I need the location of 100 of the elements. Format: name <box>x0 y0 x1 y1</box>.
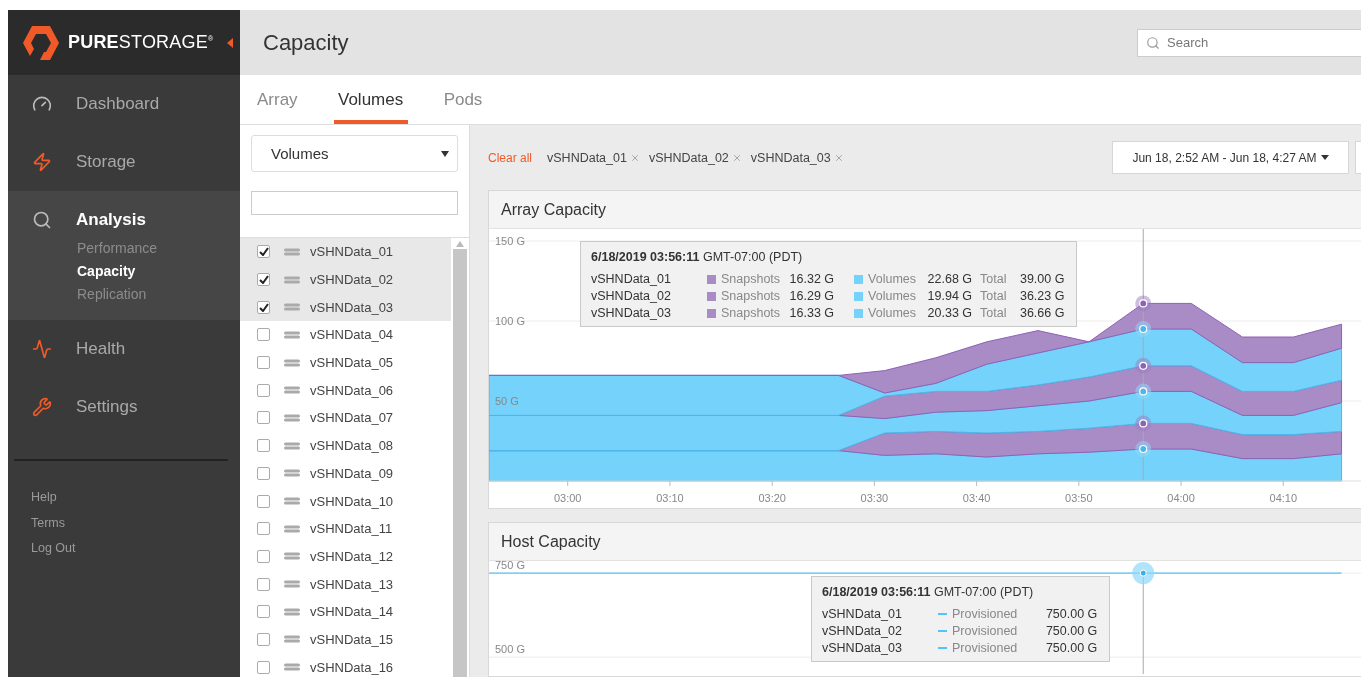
close-icon[interactable] <box>833 152 844 163</box>
nav-item[interactable]: Storage <box>8 133 240 191</box>
volume-name: vSHNData_06 <box>310 382 394 398</box>
checkbox[interactable] <box>257 466 270 480</box>
nav-item[interactable]: Settings <box>8 378 240 436</box>
checkbox[interactable] <box>257 439 270 453</box>
lightning-icon <box>32 152 52 172</box>
checkbox[interactable] <box>257 245 270 259</box>
page-title: Capacity <box>263 29 349 56</box>
volume-name: vSHNData_02 <box>310 272 394 288</box>
legend-swatch <box>854 291 864 301</box>
checkbox[interactable] <box>257 411 270 425</box>
tooltip-label: Snapshots <box>721 306 781 320</box>
volume-name: vSHNData_09 <box>310 465 394 481</box>
tooltip-label: Volumes <box>868 272 917 286</box>
disk-icon <box>284 497 300 506</box>
checkbox[interactable] <box>257 273 270 287</box>
gauge-icon <box>32 94 52 114</box>
volume-name: vSHNData_16 <box>310 659 394 675</box>
tooltip-label: Provisioned <box>952 641 1018 655</box>
tooltip-name: vSHNData_01 <box>591 272 672 286</box>
volume-name: vSHNData_08 <box>310 438 394 454</box>
type-dropdown[interactable]: Volumes <box>251 135 458 172</box>
checkbox[interactable] <box>257 522 270 536</box>
tooltip-value: 20.33 G <box>926 306 973 320</box>
axis-tick: 03:30 <box>860 480 889 504</box>
close-icon[interactable] <box>629 152 640 163</box>
footer-link[interactable]: Help <box>31 485 240 511</box>
tooltip-value: 39.00 G <box>1018 272 1065 286</box>
volume-name: vSHNData_07 <box>310 410 394 426</box>
axis-tick: 03:50 <box>1065 480 1093 504</box>
tooltip-value: 36.66 G <box>1018 306 1065 320</box>
collapse-icon[interactable] <box>227 37 234 48</box>
axis-label: 150 G <box>495 235 525 247</box>
tooltip-value: 22.68 G <box>926 272 973 286</box>
magnifier-icon <box>32 210 52 230</box>
checkbox[interactable] <box>257 328 270 342</box>
close-icon[interactable] <box>731 152 742 163</box>
checkbox[interactable] <box>257 632 270 646</box>
checkbox[interactable] <box>257 300 270 314</box>
disk-icon <box>284 524 300 533</box>
tab[interactable]: Array <box>257 75 298 124</box>
disk-icon <box>284 386 300 395</box>
checkbox[interactable] <box>257 660 270 674</box>
x-tick-label: 03:50 <box>1065 492 1093 504</box>
tooltip-value: 36.23 G <box>1018 289 1065 303</box>
volume-name: vSHNData_15 <box>310 631 394 647</box>
tooltip-name: vSHNData_02 <box>591 289 672 303</box>
footer-link[interactable]: Terms <box>31 510 240 536</box>
scrollbar[interactable] <box>451 238 469 677</box>
arrow-up-icon[interactable] <box>456 241 464 247</box>
filter-field[interactable] <box>251 191 458 215</box>
volume-name: vSHNData_05 <box>310 355 394 371</box>
tooltip-value: 750.00 G <box>1044 607 1098 621</box>
tab[interactable]: Pods <box>443 75 483 124</box>
x-tick-label: 03:20 <box>758 492 786 504</box>
tooltip-label: Provisioned <box>952 607 1018 621</box>
disk-icon <box>284 607 300 616</box>
checkbox[interactable] <box>257 577 270 591</box>
tooltip-label: Volumes <box>868 289 917 303</box>
volume-row[interactable]: vSHNData_03 <box>240 293 451 322</box>
tooltip-value: 750.00 G <box>1044 624 1098 638</box>
tooltip-label: Snapshots <box>721 289 781 303</box>
checkbox[interactable] <box>257 494 270 508</box>
tooltip-label: Total <box>980 289 1007 303</box>
volume-name: vSHNData_03 <box>310 299 394 315</box>
volume-row[interactable]: vSHNData_02 <box>240 265 451 294</box>
nav-subitem[interactable]: Capacity <box>77 260 240 283</box>
axis-tick: 04:00 <box>1167 480 1195 504</box>
disk-icon <box>284 413 300 422</box>
tooltip-value: 16.29 G <box>788 289 835 303</box>
pulse-icon <box>32 339 52 359</box>
disk-icon <box>284 247 300 256</box>
tooltip-label: Total <box>980 306 1007 320</box>
date-range-dropdown[interactable]: Jun 18, 2:52 AM - Jun 18, 4:27 AM <box>1112 141 1349 174</box>
volume-name: vSHNData_14 <box>310 604 394 620</box>
filter-label: vSHNData_01 <box>547 150 627 165</box>
disk-icon <box>284 275 300 284</box>
volume-name: vSHNData_01 <box>310 244 394 260</box>
checkbox[interactable] <box>257 356 270 370</box>
checkbox[interactable] <box>257 605 270 619</box>
nav-item[interactable]: Health <box>8 320 240 378</box>
x-tick-label: 04:00 <box>1167 492 1195 504</box>
footer-link[interactable]: Log Out <box>31 536 240 562</box>
volume-row[interactable]: vSHNData_01 <box>240 238 451 266</box>
nav-item-active[interactable]: Analysis Performance Capacity Replication <box>8 191 240 320</box>
disk-icon <box>284 469 300 478</box>
axis-label: 50 G <box>495 395 519 407</box>
axis-tick: 04:10 <box>1269 480 1298 504</box>
nav-item[interactable]: Dashboard <box>8 75 240 133</box>
checkbox[interactable] <box>257 549 270 563</box>
legend-swatch <box>707 291 716 301</box>
axis-tick: 03:10 <box>656 480 684 504</box>
disk-icon <box>284 663 300 672</box>
axis-label: 100 G <box>495 315 525 327</box>
tooltip-name: vSHNData_01 <box>822 607 903 621</box>
disk-icon <box>284 580 300 589</box>
search-field[interactable]: Search <box>1137 28 1361 57</box>
tooltip-value: 19.94 G <box>926 289 973 303</box>
checkbox[interactable] <box>257 383 270 397</box>
